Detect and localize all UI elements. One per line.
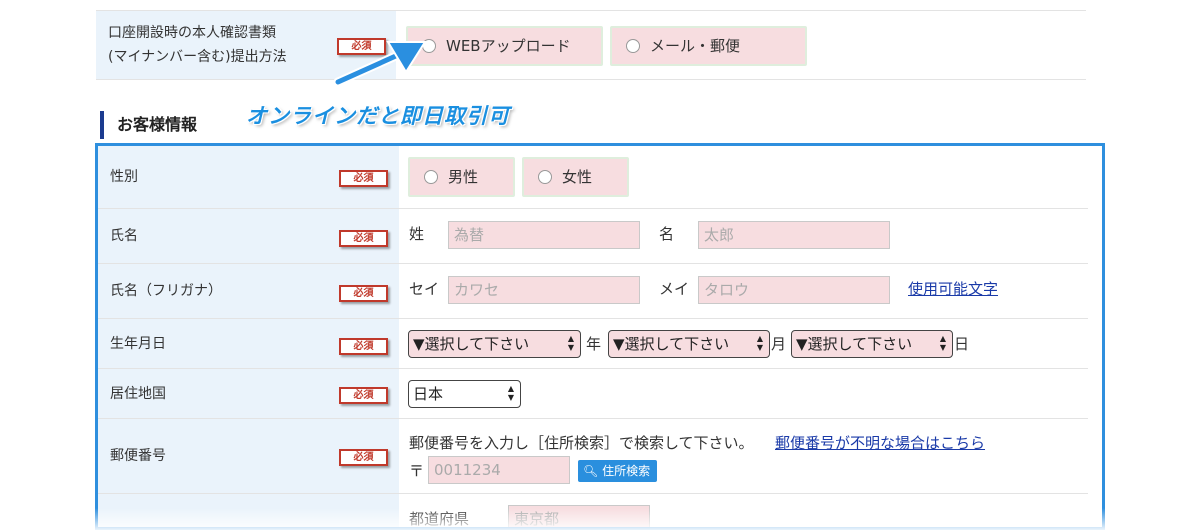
postal-code-label: 郵便番号 [110,448,166,464]
address-search-button-label: 住所検索 [602,464,651,478]
last-name-label: 姓 [409,225,425,243]
birth-year-select[interactable]: ▼選択して下さい ▲ ▼ [408,330,581,358]
required-badge: 必須 [339,449,388,466]
address-search-button[interactable]: 🔍︎ 住所検索 [578,460,658,482]
country-select-value: 日本 [413,385,444,403]
search-icon: 🔍︎ [583,464,599,478]
first-name-input[interactable]: 太郎 [698,221,890,249]
country-select[interactable]: 日本 ▲ ▼ [408,380,521,408]
customer-info-heading: お客様情報 [100,111,197,139]
gender-label: 性別 [110,169,138,185]
document-submission-label-line1: 口座開設時の本人確認書類 [108,25,276,41]
prefecture-row: 都道府県 東京都 [98,494,1088,528]
postal-code-input[interactable]: 0011234 [428,456,570,484]
required-badge: 必須 [339,170,388,187]
last-name-kana-label: セイ [409,280,440,298]
day-suffix: 日 [954,335,970,353]
name-kana-row: 氏名（フリガナ） 必須 セイ カワセ メイ タロウ 使用可能文字 [98,264,1088,319]
birth-month-select-value: ▼選択して下さい [613,335,730,353]
birth-year-select-value: ▼選択して下さい [413,335,530,353]
first-name-kana-label: メイ [659,280,690,298]
birthdate-row: 生年月日 必須 ▼選択して下さい ▲ ▼ 年 ▼選択して下さい ▲ ▼ 月 ▼選択し… [98,319,1088,369]
radio-male-label: 男性 [448,168,479,186]
account-application-form-page: 口座開設時の本人確認書類 (マイナンバー含む)提出方法 必須 WEBアップロード… [0,0,1189,530]
radio-mail-post-label: メール・郵便 [650,37,741,55]
last-name-kana-input[interactable]: カワセ [448,276,640,304]
document-submission-row: 口座開設時の本人確認書類 (マイナンバー含む)提出方法 必須 WEBアップロード… [96,10,1086,80]
select-arrows-icon: ▲ ▼ [567,334,574,352]
postal-code-row: 郵便番号 必須 郵便番号を入力し［住所検索］で検索して下さい。 郵便番号が不明な… [98,419,1088,494]
radio-circle-icon [538,170,552,184]
required-badge: 必須 [339,387,388,404]
country-row: 居住地国 必須 日本 ▲ ▼ [98,369,1088,419]
select-arrows-icon: ▲ ▼ [507,384,514,402]
first-name-kana-input[interactable]: タロウ [698,276,890,304]
last-name-input[interactable]: 為替 [448,221,640,249]
radio-circle-icon [424,170,438,184]
birth-day-select-value: ▼選択して下さい [796,335,913,353]
birth-day-select[interactable]: ▼選択して下さい ▲ ▼ [791,330,953,358]
birthdate-label: 生年月日 [110,335,166,352]
postal-unknown-link[interactable]: 郵便番号が不明な場合はこちら [775,432,985,453]
customer-info-form: 性別 必須 男性 女性 氏名 必須 姓 為替 名 太郎 氏名（フリガナ） 必須 … [95,143,1105,530]
month-suffix: 月 [771,335,787,353]
gender-row: 性別 必須 男性 女性 [98,146,1088,209]
radio-male[interactable]: 男性 [408,157,515,197]
document-submission-label-line2: (マイナンバー含む)提出方法 [108,49,287,65]
postal-instruction: 郵便番号を入力し［住所検索］で検索して下さい。 [409,434,754,452]
prefecture-input[interactable]: 東京都 [508,505,650,527]
required-badge: 必須 [339,285,388,302]
postal-mark: 〒 [409,462,425,480]
required-badge: 必須 [339,338,388,355]
allowed-characters-link[interactable]: 使用可能文字 [908,278,998,299]
birth-month-select[interactable]: ▼選択して下さい ▲ ▼ [608,330,770,358]
radio-female[interactable]: 女性 [522,157,629,197]
required-badge: 必須 [339,230,388,247]
name-label: 氏名 [110,228,138,244]
name-row: 氏名 必須 姓 為替 名 太郎 [98,209,1088,264]
first-name-label: 名 [659,225,675,243]
country-label: 居住地国 [110,385,166,402]
radio-mail-post[interactable]: メール・郵便 [610,26,807,66]
select-arrows-icon: ▲ ▼ [939,334,946,352]
name-kana-label: 氏名（フリガナ） [110,283,222,299]
select-arrows-icon: ▲ ▼ [756,334,763,352]
radio-female-label: 女性 [562,168,593,186]
radio-web-upload-label: WEBアップロード [446,37,571,55]
annotation-arrow-icon [333,41,427,87]
year-suffix: 年 [586,335,602,353]
online-same-day-annotation: オンラインだと即日取引可 [246,104,510,128]
radio-circle-icon [626,39,640,53]
prefecture-label: 都道府県 [409,510,470,528]
